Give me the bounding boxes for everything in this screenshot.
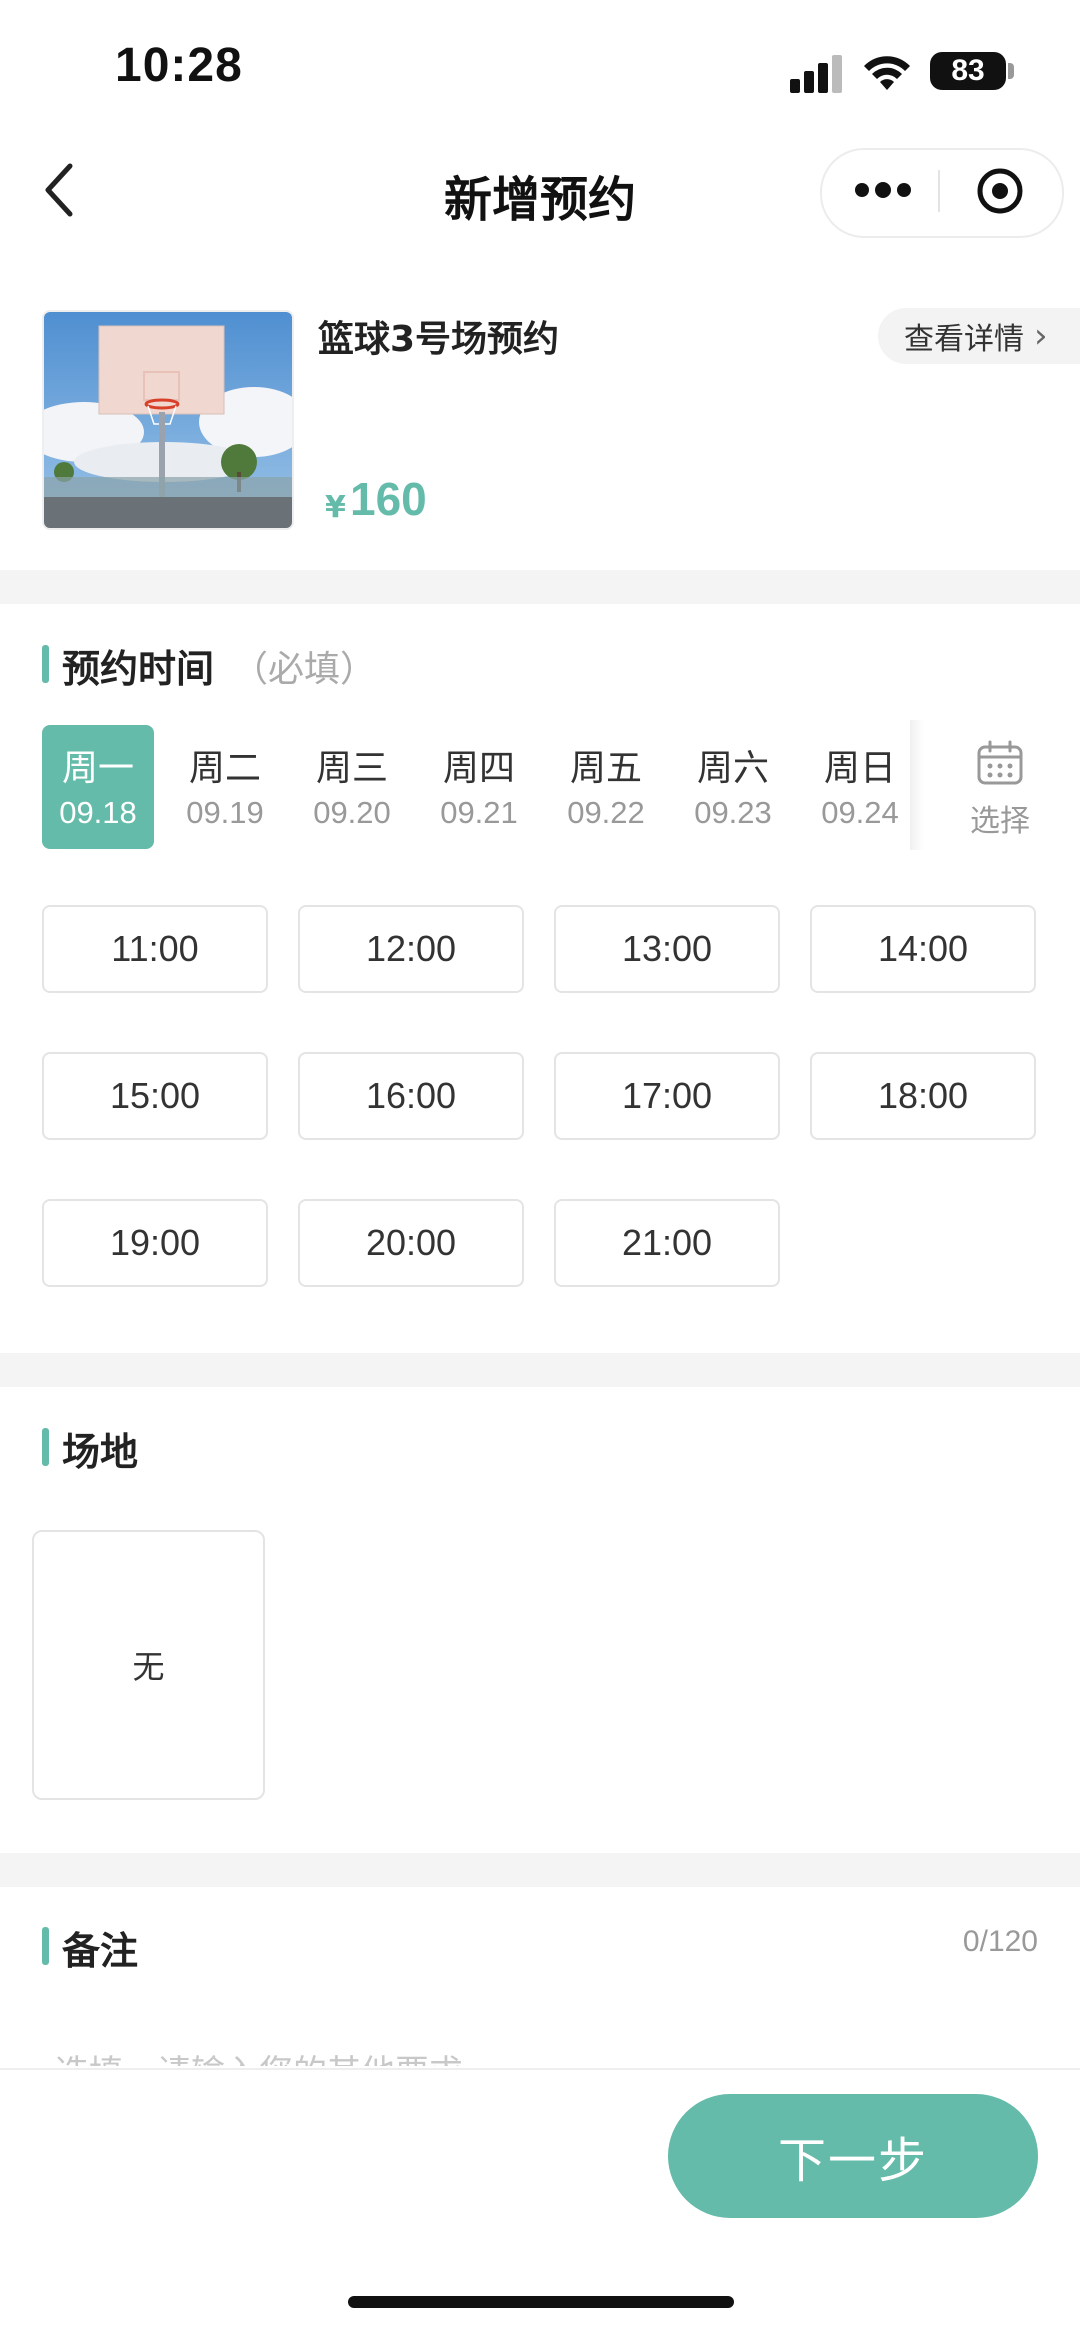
day-tab-thu[interactable]: 周四 09.21 bbox=[423, 725, 535, 849]
time-slot[interactable]: 17:00 bbox=[554, 1052, 780, 1140]
status-time: 10:28 bbox=[115, 39, 243, 92]
section-accent-bar bbox=[42, 1428, 49, 1466]
time-slot[interactable]: 19:00 bbox=[42, 1199, 268, 1287]
cellular-signal-icon bbox=[790, 55, 842, 93]
day-tab-fri[interactable]: 周五 09.22 bbox=[550, 725, 662, 849]
day-weekday: 周一 bbox=[61, 748, 134, 789]
section-accent-bar bbox=[42, 1927, 49, 1965]
close-mini-program-icon[interactable] bbox=[975, 166, 1025, 216]
home-indicator bbox=[348, 2296, 734, 2308]
section-separator bbox=[0, 1353, 1080, 1387]
view-details-label: 查看详情 bbox=[904, 322, 1024, 357]
time-slot[interactable]: 11:00 bbox=[42, 905, 268, 993]
day-date: 09.23 bbox=[694, 795, 772, 830]
section-separator bbox=[0, 1853, 1080, 1887]
day-weekday: 周六 bbox=[696, 748, 769, 789]
calendar-icon bbox=[977, 740, 1023, 785]
day-date: 09.24 bbox=[821, 795, 899, 830]
time-slot[interactable]: 13:00 bbox=[554, 905, 780, 993]
venue-option[interactable]: 无 bbox=[32, 1530, 265, 1800]
venue-title: 场地 bbox=[62, 1430, 139, 1474]
product-image bbox=[42, 310, 294, 530]
day-date: 09.19 bbox=[186, 795, 264, 830]
day-weekday: 周日 bbox=[823, 748, 896, 789]
day-tab-tue[interactable]: 周二 09.19 bbox=[169, 725, 281, 849]
time-slot[interactable]: 14:00 bbox=[810, 905, 1036, 993]
remark-char-counter: 0/120 bbox=[962, 1925, 1038, 1958]
day-tab-sun[interactable]: 周日 09.24 bbox=[804, 725, 916, 849]
section-accent-bar bbox=[42, 645, 49, 683]
booking-time-title: 预约时间 bbox=[62, 647, 215, 691]
day-weekday: 周二 bbox=[188, 748, 261, 789]
battery-tip bbox=[1008, 63, 1014, 79]
day-weekday: 周三 bbox=[315, 748, 388, 789]
booking-time-required: （必填） bbox=[232, 649, 377, 690]
day-tab-mon[interactable]: 周一 09.18 bbox=[42, 725, 154, 849]
time-slot[interactable]: 12:00 bbox=[298, 905, 524, 993]
day-scroll-shadow bbox=[910, 720, 924, 850]
day-date: 09.21 bbox=[440, 795, 518, 830]
wifi-icon bbox=[864, 56, 910, 90]
day-date: 09.22 bbox=[567, 795, 645, 830]
day-weekday: 周五 bbox=[569, 748, 642, 789]
time-slot[interactable]: 21:00 bbox=[554, 1199, 780, 1287]
product-name: 篮球3号场预约 bbox=[318, 319, 560, 360]
remark-input[interactable]: 选填，请输入您的其他要求 bbox=[55, 2048, 955, 2066]
time-slot[interactable]: 16:00 bbox=[298, 1052, 524, 1140]
more-icon[interactable] bbox=[855, 178, 911, 202]
day-date: 09.18 bbox=[59, 795, 137, 830]
view-details-button[interactable]: 查看详情 › bbox=[878, 308, 1080, 364]
time-slot[interactable]: 20:00 bbox=[298, 1199, 524, 1287]
time-slot[interactable]: 15:00 bbox=[42, 1052, 268, 1140]
next-step-button[interactable]: 下一步 bbox=[668, 2094, 1038, 2218]
date-picker-button[interactable]: 选择 bbox=[950, 740, 1050, 840]
product-price: 160 bbox=[350, 473, 427, 525]
day-date: 09.20 bbox=[313, 795, 391, 830]
remark-title: 备注 bbox=[62, 1929, 139, 1973]
section-separator bbox=[0, 570, 1080, 604]
battery-icon: 83 bbox=[930, 52, 1006, 90]
date-picker-label: 选择 bbox=[970, 804, 1030, 839]
day-tab-sat[interactable]: 周六 09.23 bbox=[677, 725, 789, 849]
price-currency: ¥ bbox=[325, 490, 346, 525]
capsule-divider bbox=[938, 170, 940, 212]
day-tab-wed[interactable]: 周三 09.20 bbox=[296, 725, 408, 849]
time-slot[interactable]: 18:00 bbox=[810, 1052, 1036, 1140]
chevron-right-icon: › bbox=[1034, 316, 1048, 356]
day-weekday: 周四 bbox=[442, 748, 515, 789]
